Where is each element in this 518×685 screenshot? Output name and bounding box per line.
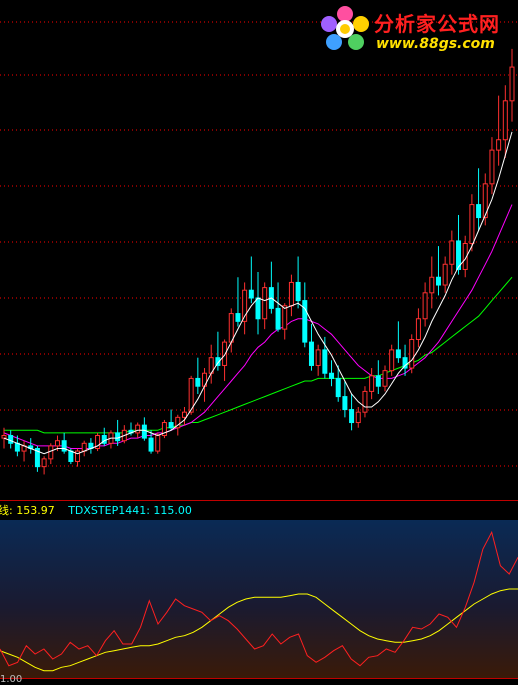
- candle-body: [295, 281, 301, 302]
- watermark-url: www.88gs.com: [376, 36, 495, 52]
- bottom-axis-label: 1.00: [0, 674, 23, 685]
- candle-body: [8, 435, 14, 444]
- candle-body: [375, 375, 381, 387]
- candle-body: [135, 424, 141, 434]
- candle-body: [275, 307, 281, 330]
- candle-body: [195, 377, 201, 387]
- bottom-axis-line: [0, 678, 518, 679]
- candle-body: [489, 149, 495, 185]
- candle-body: [435, 276, 441, 286]
- candle-body: [235, 313, 241, 322]
- candle-body: [362, 390, 368, 413]
- candle-body: [308, 341, 314, 366]
- candle-body: [422, 292, 428, 320]
- candle-body: [389, 349, 395, 372]
- candle-body: [349, 409, 355, 424]
- candle-body: [476, 204, 482, 219]
- candle-body: [369, 375, 375, 392]
- indicator-label-bar: 线: 153.97 TDXSTEP1441: 115.00: [0, 501, 518, 520]
- candle-body: [502, 100, 508, 141]
- candle-body: [248, 289, 254, 299]
- candle-body: [222, 341, 228, 366]
- indicator-line-value: 线: 153.97: [0, 504, 55, 517]
- candle-body: [342, 396, 348, 411]
- candle-body: [288, 281, 294, 307]
- candle-body: [442, 263, 448, 286]
- candle-body: [228, 313, 234, 343]
- candle-body: [148, 437, 154, 452]
- candle-body: [315, 349, 321, 366]
- candle-body: [322, 349, 328, 374]
- watermark-logo: 分析家公式网 www.88gs.com: [316, 2, 516, 54]
- candle-body: [509, 66, 515, 102]
- candle-body: [255, 297, 261, 320]
- indicator-chart[interactable]: [0, 520, 518, 678]
- candle-body: [496, 139, 502, 151]
- candle-body: [14, 442, 20, 452]
- flower-logo-icon: [321, 6, 369, 50]
- candle-body: [395, 349, 401, 359]
- candle-body: [141, 424, 147, 439]
- candle-body: [282, 305, 288, 330]
- candle-body: [48, 445, 54, 460]
- candle-body: [115, 432, 121, 442]
- main-price-chart[interactable]: [0, 0, 518, 500]
- candle-body: [409, 339, 415, 369]
- indicator-step-value: TDXSTEP1441: 115.00: [68, 504, 192, 517]
- candle-body: [469, 204, 475, 245]
- candle-body: [429, 276, 435, 294]
- indicator-background: [0, 520, 518, 678]
- candle-body: [355, 411, 361, 424]
- candle-body: [81, 442, 87, 452]
- candle-body: [335, 377, 341, 398]
- candle-body: [449, 240, 455, 265]
- candle-body: [168, 422, 174, 429]
- watermark-title: 分析家公式网: [374, 12, 500, 36]
- candle-body: [382, 370, 388, 387]
- candle-body: [1, 435, 7, 439]
- candle-body: [262, 287, 268, 320]
- candle-body: [41, 458, 47, 468]
- candle-body: [329, 372, 335, 379]
- candle-body: [155, 435, 161, 452]
- bottom-axis: 1.00: [0, 674, 518, 685]
- candle-body: [54, 440, 60, 447]
- candle-body: [68, 450, 74, 462]
- candle-body: [181, 411, 187, 418]
- candle-body: [415, 318, 421, 341]
